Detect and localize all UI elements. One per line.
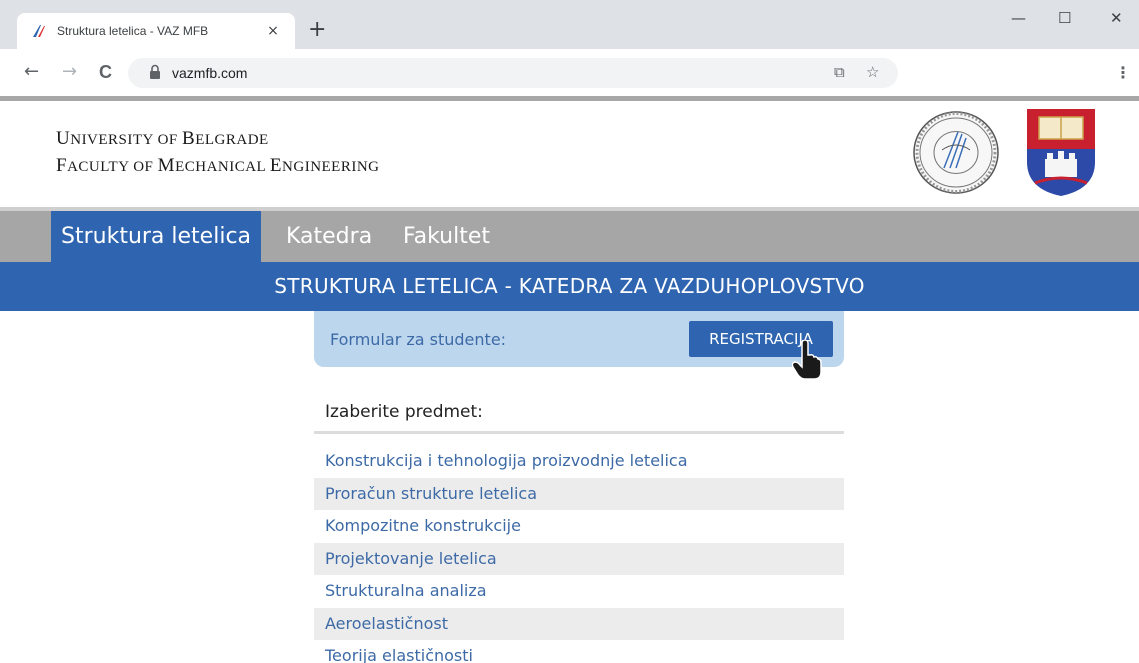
- url-text[interactable]: vazmfb.com: [172, 65, 247, 81]
- hand-pointer-cursor-icon: [792, 340, 822, 380]
- back-arrow-icon[interactable]: ←: [24, 63, 39, 81]
- subject-link[interactable]: Proračun strukture letelica: [314, 477, 844, 510]
- translate-icon[interactable]: ⧉: [834, 63, 845, 81]
- browser-tab[interactable]: Struktura letelica - VAZ MFB ×: [17, 13, 295, 49]
- faculty-seal-logo: [913, 111, 999, 194]
- subjects-list: Konstrukcija i tehnologija proizvodnje l…: [314, 445, 844, 663]
- maximize-icon[interactable]: ☐: [1058, 9, 1071, 27]
- university-crest-logo: [1027, 109, 1095, 196]
- tab-title: Struktura letelica - VAZ MFB: [57, 24, 209, 38]
- nav-item-struktura-letelica[interactable]: Struktura letelica: [51, 211, 262, 262]
- subjects-heading: Izaberite predmet:: [325, 402, 483, 422]
- faculty-name: Faculty of Mechanical Engineering: [56, 155, 380, 176]
- subject-link[interactable]: Strukturalna analiza: [314, 575, 844, 608]
- browser-tab-bar: Struktura letelica - VAZ MFB × + — ☐ ✕: [0, 0, 1139, 49]
- browser-menu-icon[interactable]: ⋮: [1115, 63, 1131, 82]
- university-name: University of Belgrade: [56, 128, 269, 149]
- subject-link[interactable]: Kompozitne konstrukcije: [314, 510, 844, 543]
- tab-close-icon[interactable]: ×: [265, 23, 281, 39]
- nav-item-katedra[interactable]: Katedra: [276, 211, 382, 262]
- window-close-icon[interactable]: ✕: [1110, 9, 1123, 27]
- subject-link[interactable]: Teorija elastičnosti: [314, 640, 844, 663]
- site-favicon-icon: [33, 25, 45, 37]
- forward-arrow-icon[interactable]: →: [62, 63, 77, 81]
- nav-item-fakultet[interactable]: Fakultet: [393, 211, 500, 262]
- reload-icon[interactable]: C: [99, 63, 112, 81]
- subject-link[interactable]: Aeroelastičnost: [314, 607, 844, 640]
- subject-link[interactable]: Konstrukcija i tehnologija proizvodnje l…: [314, 445, 844, 478]
- page-banner-title: STRUKTURA LETELICA - KATEDRA ZA VAZDUHOP…: [0, 262, 1139, 311]
- minimize-icon[interactable]: —: [1011, 9, 1026, 27]
- registration-label: Formular za studente:: [330, 330, 507, 349]
- subjects-divider: [314, 431, 844, 434]
- page-top-divider: [0, 96, 1139, 101]
- main-nav: Struktura letelica Katedra Fakultet: [0, 207, 1139, 262]
- subject-link[interactable]: Projektovanje letelica: [314, 542, 844, 575]
- new-tab-button[interactable]: +: [308, 19, 326, 41]
- bookmark-star-icon[interactable]: ☆: [866, 63, 879, 81]
- lock-icon: [150, 64, 160, 79]
